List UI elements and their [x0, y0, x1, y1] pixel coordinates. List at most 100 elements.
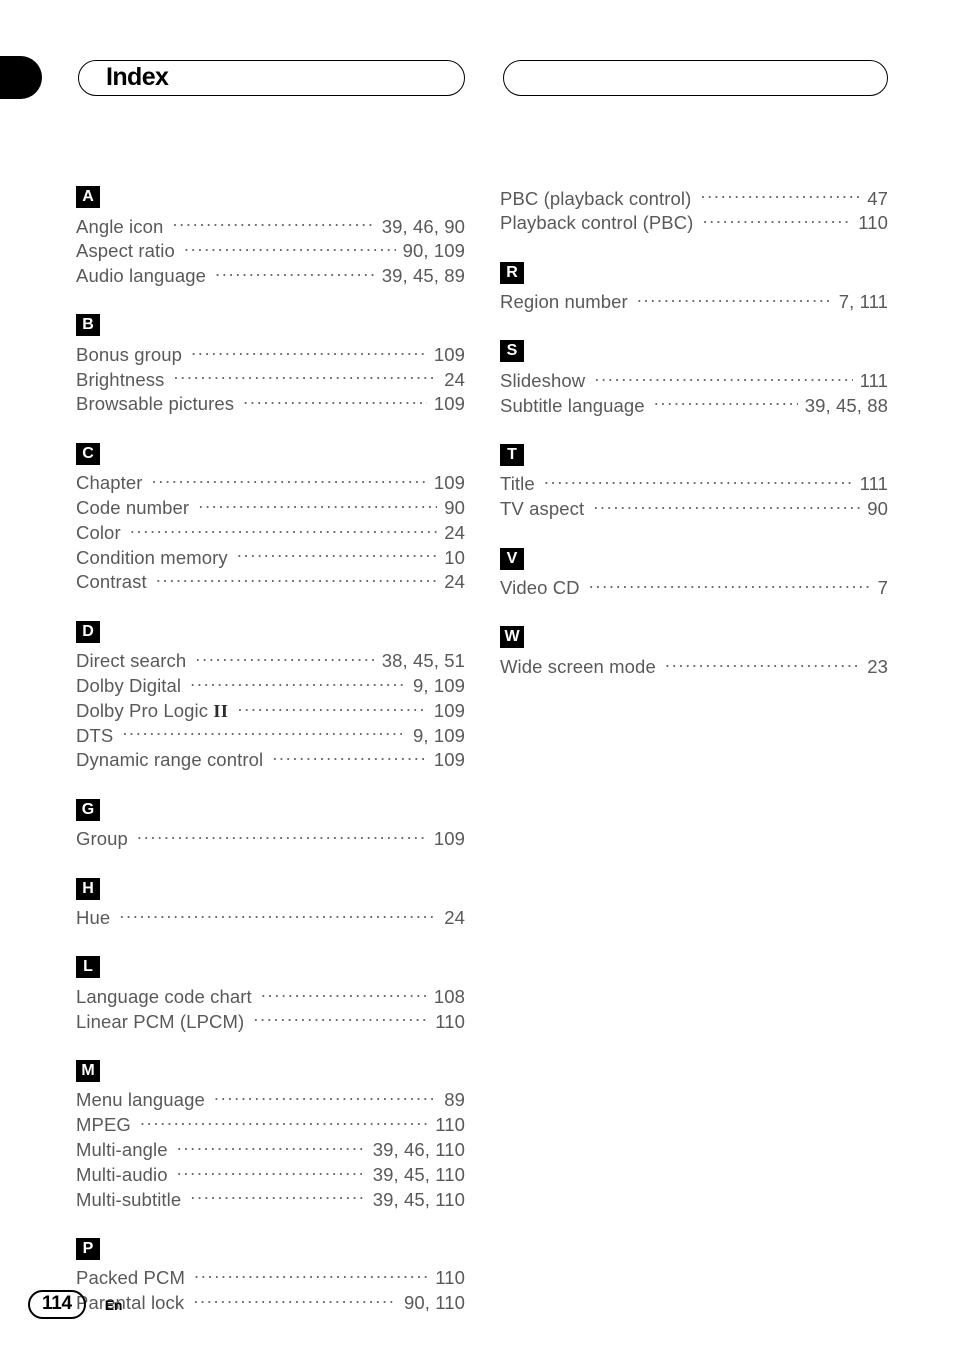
- dot-leader: [654, 393, 798, 412]
- index-entry-list: Direct search 38, 45, 51 Dolby Digital 9, 1…: [76, 649, 465, 773]
- index-entry-pages: 109: [433, 749, 465, 771]
- index-entry[interactable]: Direct search 38, 45, 51: [76, 649, 465, 674]
- section-letter-badge: H: [76, 877, 100, 900]
- index-entry[interactable]: Subtitle language 39, 45, 88: [500, 393, 888, 418]
- index-section-b: BBonus group109Brightness24Browsable pic…: [76, 314, 465, 416]
- index-entry-term: Menu language: [76, 1089, 205, 1111]
- index-entry-term: Direct search: [76, 650, 187, 672]
- section-letter-badge: T: [500, 443, 524, 466]
- language-code-label: En: [104, 1296, 123, 1313]
- dot-leader: [702, 211, 851, 230]
- section-letter-badge: W: [500, 626, 524, 649]
- index-entry-term: Multi-angle: [76, 1139, 168, 1161]
- index-entry-pages: 39, 45, 89: [381, 265, 465, 287]
- dot-leader: [589, 576, 871, 595]
- index-entry[interactable]: PBC (playback control) 47: [500, 186, 888, 211]
- index-entry[interactable]: Dolby Digital 9, 109: [76, 674, 465, 699]
- index-section-r: R Region number 7, 111: [500, 261, 888, 315]
- index-entry[interactable]: Wide screen mode 23: [500, 654, 888, 679]
- index-entry-list: Bonus group109Brightness24Browsable pict…: [76, 342, 465, 416]
- dot-leader: [237, 545, 438, 564]
- dot-leader: [700, 186, 860, 205]
- page-footer: 114 En: [28, 1290, 122, 1319]
- index-entry[interactable]: Packed PCM 110: [76, 1266, 465, 1291]
- index-entry[interactable]: Menu language 89: [76, 1088, 465, 1113]
- index-entry[interactable]: Angle icon 39, 46, 90: [76, 214, 465, 239]
- index-entry-term: Packed PCM: [76, 1267, 185, 1289]
- index-entry[interactable]: Code number 90: [76, 496, 465, 521]
- index-entry-term: Aspect ratio: [76, 240, 175, 262]
- index-entry[interactable]: Color 24: [76, 520, 465, 545]
- dot-leader: [637, 290, 832, 309]
- index-entry[interactable]: Hue 24: [76, 906, 465, 931]
- index-entry[interactable]: Aspect ratio 90, 109: [76, 239, 465, 264]
- index-entry[interactable]: Slideshow 111: [500, 368, 888, 393]
- index-entry-term: Chapter: [76, 472, 143, 494]
- index-entry[interactable]: Multi-audio 39, 45, 110: [76, 1162, 465, 1187]
- index-entry-pages: 90, 110: [403, 1292, 465, 1314]
- index-entry[interactable]: Chapter 109: [76, 471, 465, 496]
- section-letter-badge: D: [76, 620, 100, 643]
- index-entry-pages: 108: [433, 985, 465, 1007]
- index-entry[interactable]: Contrast 24: [76, 570, 465, 595]
- index-entry-term: Subtitle language: [500, 394, 645, 416]
- index-entry[interactable]: Parental lock90, 110: [76, 1291, 465, 1316]
- index-entry[interactable]: Group 109: [76, 827, 465, 852]
- index-entry[interactable]: Brightness 24: [76, 367, 465, 392]
- index-entry-term: Color: [76, 521, 121, 543]
- index-entry-pages: 9, 109: [412, 675, 465, 697]
- index-entry-term: Video CD: [500, 577, 580, 599]
- index-entry[interactable]: TV aspect 90: [500, 497, 888, 522]
- dot-leader: [130, 520, 438, 539]
- index-entry-term: Hue: [76, 907, 111, 929]
- dot-leader: [190, 674, 406, 693]
- index-entry-term: Code number: [76, 497, 190, 519]
- index-entry[interactable]: Dolby Pro Logic II 109: [76, 698, 465, 723]
- index-entry-pages: 90, 109: [402, 240, 465, 262]
- index-entry-term-text: Dolby Pro Logic: [76, 699, 214, 721]
- index-section-g: G Group 109: [76, 798, 465, 852]
- index-entry[interactable]: Dynamic range control 109: [76, 748, 465, 773]
- index-entry-pages: 90: [867, 498, 888, 520]
- index-entry-term: Browsable pictures: [76, 393, 235, 415]
- index-entry[interactable]: Bonus group 109: [76, 342, 465, 367]
- dot-leader: [173, 367, 437, 386]
- index-entry[interactable]: Audio language 39, 45, 89: [76, 264, 465, 289]
- index-section-c: CChapter109Code number90Color24Condition…: [76, 442, 465, 595]
- index-entry-term: Angle icon: [76, 215, 164, 237]
- dot-leader: [152, 471, 427, 490]
- index-entry-term: DTS: [76, 724, 114, 746]
- dot-leader: [177, 1162, 366, 1181]
- index-entry-term: MPEG: [76, 1114, 131, 1136]
- index-section-m: M Menu language 89 MPEG 110 Multi-angle 39, 46…: [76, 1059, 465, 1212]
- index-entry[interactable]: Video CD 7: [500, 576, 888, 601]
- index-entry-term: Language code chart: [76, 985, 252, 1007]
- index-entry-term: Group: [76, 828, 128, 850]
- dot-leader: [198, 496, 437, 515]
- index-entry[interactable]: DTS 9, 109: [76, 723, 465, 748]
- index-entry[interactable]: Playback control (PBC) 110: [500, 211, 888, 236]
- dot-leader: [272, 748, 427, 767]
- roman-numeral-two-glyph: II: [213, 700, 229, 721]
- index-entry-pages: 39, 45, 110: [372, 1163, 465, 1185]
- index-entry[interactable]: Condition memory 10: [76, 545, 465, 570]
- index-entry-list: Chapter109Code number90Color24Condition …: [76, 471, 465, 595]
- index-entry[interactable]: Region number 7, 111: [500, 290, 888, 315]
- index-entry-pages: 109: [433, 699, 465, 721]
- dot-leader: [243, 392, 427, 411]
- index-entry-pages: 110: [858, 212, 888, 234]
- index-entry[interactable]: Browsable pictures 109: [76, 392, 465, 417]
- section-letter-badge: R: [500, 261, 524, 284]
- index-entry[interactable]: Multi-angle 39, 46, 110: [76, 1138, 465, 1163]
- index-entry[interactable]: MPEG 110: [76, 1113, 465, 1138]
- dot-leader: [191, 342, 427, 361]
- index-entry-pages: 109: [433, 393, 465, 415]
- index-entry[interactable]: Title 111: [500, 472, 888, 497]
- dot-leader: [177, 1138, 366, 1157]
- index-entry[interactable]: Linear PCM (LPCM) 110: [76, 1009, 465, 1034]
- index-entry-term: Dynamic range control: [76, 749, 264, 771]
- index-entry[interactable]: Multi-subtitle 39, 45, 110: [76, 1187, 465, 1212]
- index-entry-pages: 89: [444, 1089, 465, 1111]
- index-entry-term: Contrast: [76, 571, 147, 593]
- index-entry[interactable]: Language code chart 108: [76, 984, 465, 1009]
